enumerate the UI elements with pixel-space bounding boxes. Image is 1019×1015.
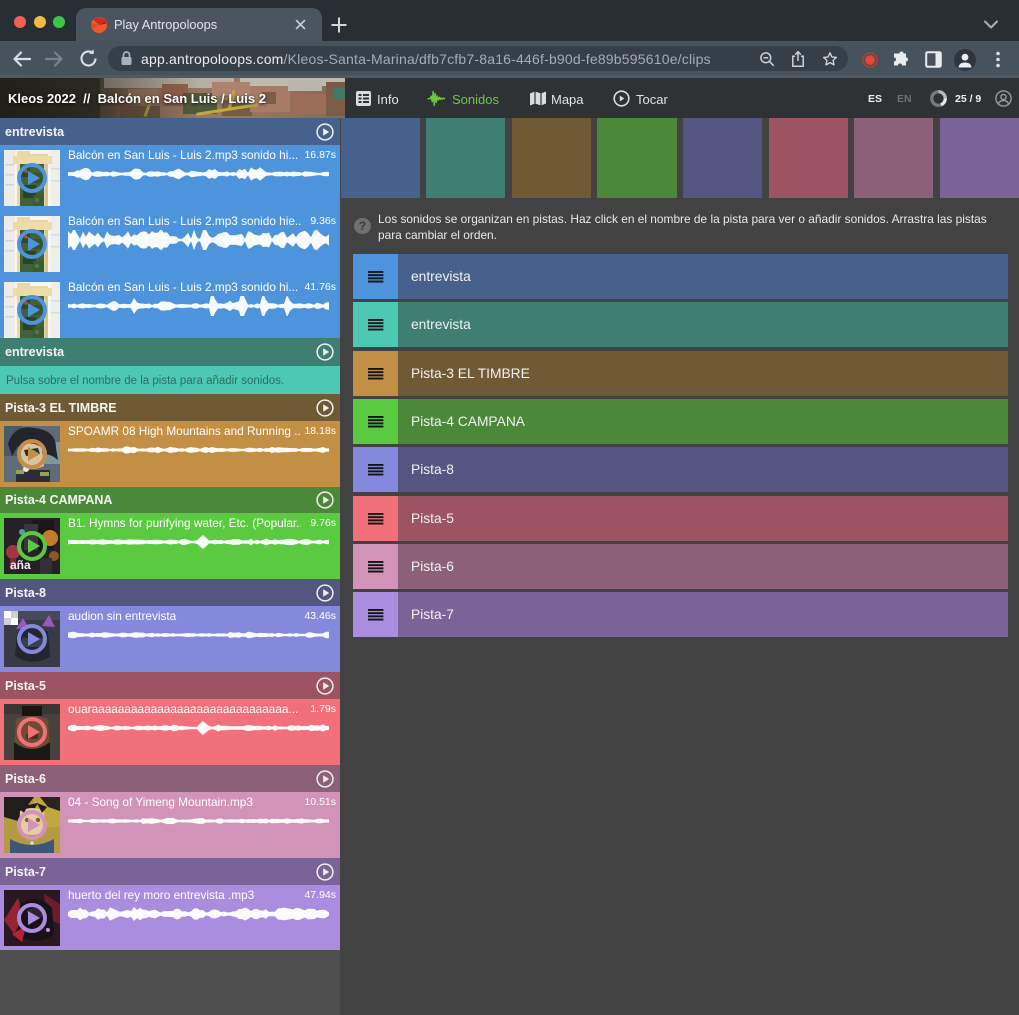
svg-text:aña: aña (10, 558, 31, 572)
